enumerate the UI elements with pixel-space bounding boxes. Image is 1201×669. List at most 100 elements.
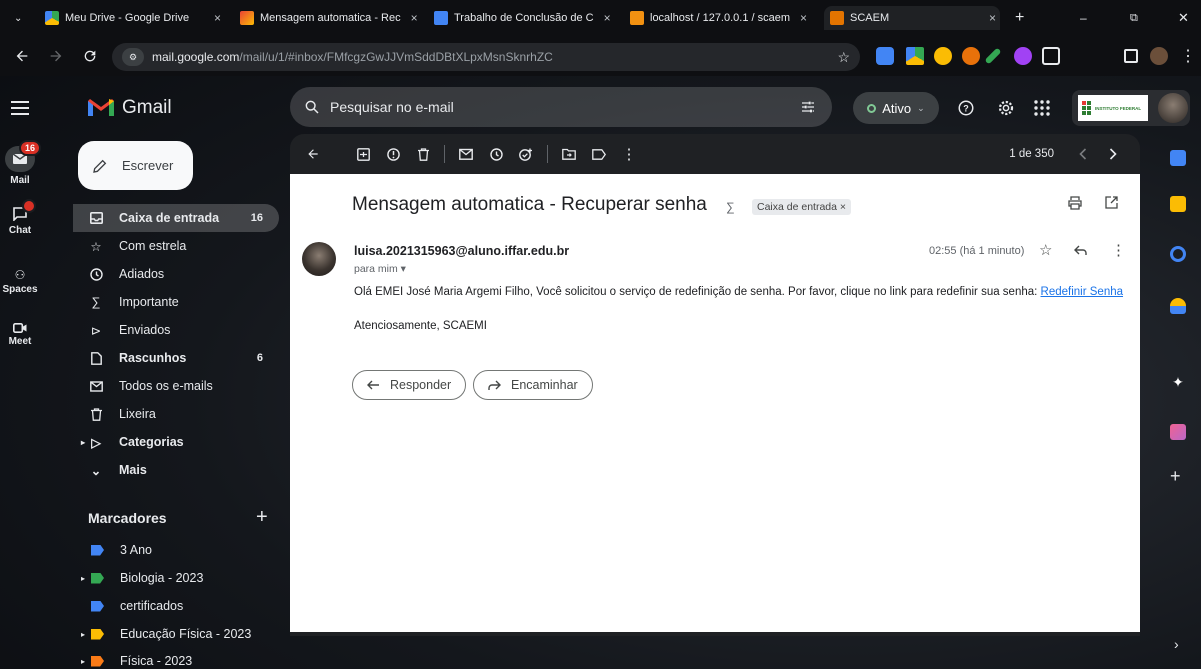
snooze-icon[interactable] xyxy=(481,134,511,174)
expand-arrow-icon[interactable]: ▸ xyxy=(81,574,85,583)
label-item[interactable]: ▸ Educação Física - 2023 xyxy=(73,620,279,648)
label-icon[interactable] xyxy=(584,134,614,174)
translate-extension-icon[interactable] xyxy=(876,47,894,65)
reply-button[interactable]: Responder xyxy=(352,370,467,400)
star-icon[interactable]: ☆ xyxy=(1039,241,1052,259)
nav-sent[interactable]: ⊳ Enviados xyxy=(73,316,279,344)
browser-menu-icon[interactable]: ⋮ xyxy=(1180,46,1196,66)
nav-starred[interactable]: ☆ Com estrela xyxy=(73,232,279,260)
extension-icon[interactable] xyxy=(1014,47,1032,65)
forward-icon[interactable] xyxy=(46,46,66,66)
close-tab-icon[interactable]: × xyxy=(407,11,420,25)
address-bar[interactable]: ⚙ mail.google.com/mail/u/1/#inbox/FMfcgz… xyxy=(112,43,860,71)
open-in-new-window-icon[interactable] xyxy=(1105,196,1118,209)
add-label-button[interactable]: + xyxy=(256,506,268,529)
extension-icon[interactable] xyxy=(934,47,952,65)
status-dropdown[interactable]: Ativo ⌄ xyxy=(853,92,939,124)
search-input[interactable]: Pesquisar no e-mail xyxy=(330,99,454,115)
extensions-puzzle-icon[interactable] xyxy=(1042,47,1060,65)
calendar-icon[interactable] xyxy=(1170,150,1186,166)
label-item[interactable]: 3 Ano xyxy=(73,536,279,564)
nav-inbox[interactable]: Caixa de entrada 16 xyxy=(73,204,279,232)
reload-icon[interactable] xyxy=(80,46,100,66)
expand-arrow-icon[interactable]: ▸ xyxy=(81,438,85,447)
search-options-icon[interactable] xyxy=(800,99,816,115)
close-tab-icon[interactable]: × xyxy=(600,11,614,25)
label-name: certificados xyxy=(120,599,184,613)
message-more-icon[interactable]: ⋮ xyxy=(1111,241,1126,259)
get-addons-icon[interactable]: + xyxy=(1170,466,1181,487)
rail-meet[interactable]: Meet xyxy=(0,323,40,347)
delete-icon[interactable] xyxy=(408,134,438,174)
rail-chat[interactable]: Chat xyxy=(0,199,40,236)
addon-icon[interactable]: ✦ xyxy=(1170,374,1186,390)
search-bar[interactable]: Pesquisar no e-mail xyxy=(290,87,832,127)
forward-button[interactable]: Encaminhar xyxy=(473,370,593,400)
profile-avatar[interactable] xyxy=(1150,47,1168,65)
drive-extension-icon[interactable] xyxy=(906,47,924,65)
contacts-icon[interactable] xyxy=(1170,298,1186,314)
tasks-icon[interactable] xyxy=(1170,246,1186,262)
tab-google-docs[interactable]: Trabalho de Conclusão de C × xyxy=(434,6,614,30)
expand-arrow-icon[interactable]: ▸ xyxy=(81,657,85,666)
back-to-inbox-icon[interactable] xyxy=(298,134,328,174)
tab-google-drive[interactable]: Meu Drive - Google Drive × xyxy=(45,6,225,30)
close-tab-icon[interactable]: × xyxy=(985,11,1000,25)
expand-side-panel-icon[interactable]: › xyxy=(1174,636,1179,652)
settings-gear-icon[interactable] xyxy=(995,97,1017,119)
side-panel-icon[interactable] xyxy=(1124,49,1138,63)
gmail-logo[interactable]: Gmail xyxy=(88,97,172,119)
add-to-tasks-icon[interactable] xyxy=(511,134,541,174)
site-settings-icon[interactable]: ⚙ xyxy=(122,48,144,66)
report-spam-icon[interactable] xyxy=(378,134,408,174)
keep-icon[interactable] xyxy=(1170,196,1186,212)
older-message-icon[interactable] xyxy=(1098,134,1128,174)
sender-avatar[interactable] xyxy=(302,242,336,276)
nav-important[interactable]: ∑ Importante xyxy=(73,288,279,316)
close-window-icon[interactable]: ✕ xyxy=(1178,6,1192,30)
tab-phpmyadmin[interactable]: localhost / 127.0.0.1 / scaem × xyxy=(630,6,810,30)
move-to-icon[interactable] xyxy=(554,134,584,174)
tab-search-menu[interactable]: ⌄ xyxy=(14,6,24,30)
label-item[interactable]: ▸ Física - 2023 xyxy=(73,647,279,669)
expand-arrow-icon[interactable]: ▸ xyxy=(81,630,85,639)
nav-all-mail[interactable]: Todos os e-mails xyxy=(73,372,279,400)
rail-spaces[interactable]: ⚇ Spaces xyxy=(0,268,40,295)
new-tab-button[interactable]: + xyxy=(1015,6,1029,30)
search-icon[interactable] xyxy=(304,99,320,115)
main-menu-icon[interactable] xyxy=(8,96,32,120)
nav-categories[interactable]: ▸ ▷ Categorias xyxy=(73,428,279,456)
compose-button[interactable]: Escrever xyxy=(78,141,193,190)
back-icon[interactable] xyxy=(12,46,32,66)
print-icon[interactable] xyxy=(1068,196,1082,210)
addon-icon[interactable] xyxy=(1170,424,1186,440)
help-icon[interactable]: ? xyxy=(955,97,977,119)
nav-trash[interactable]: Lixeira xyxy=(73,400,279,428)
label-item[interactable]: ▸ Biologia - 2023 xyxy=(73,564,279,592)
minimize-icon[interactable]: – xyxy=(1080,6,1094,30)
reply-icon[interactable] xyxy=(1074,245,1087,256)
reset-password-link[interactable]: Redefinir Senha xyxy=(1041,286,1123,298)
archive-icon[interactable] xyxy=(348,134,378,174)
tab-scaem-active[interactable]: SCAEM × xyxy=(824,6,1000,30)
tab-gmail-message[interactable]: Mensagem automatica - Rec × xyxy=(240,6,420,30)
important-marker-icon[interactable]: ∑ xyxy=(726,200,735,214)
nav-snoozed[interactable]: Adiados xyxy=(73,260,279,288)
restore-icon[interactable]: ⧉ xyxy=(1130,6,1144,30)
sender-address[interactable]: luisa.2021315963@aluno.iffar.edu.br xyxy=(354,244,569,258)
newer-message-icon[interactable] xyxy=(1068,134,1098,174)
close-tab-icon[interactable]: × xyxy=(210,11,225,25)
inbox-label-chip[interactable]: Caixa de entrada × xyxy=(752,199,852,215)
bookmark-star-icon[interactable]: ☆ xyxy=(837,49,850,66)
mark-unread-icon[interactable] xyxy=(451,134,481,174)
recipient-details-toggle[interactable]: para mim ▾ xyxy=(354,263,406,275)
label-item[interactable]: certificados xyxy=(73,592,279,620)
extension-icon[interactable] xyxy=(962,47,980,65)
nav-drafts[interactable]: Rascunhos 6 xyxy=(73,344,279,372)
rail-mail[interactable]: 16 Mail xyxy=(0,140,42,186)
apps-grid-icon[interactable] xyxy=(1031,97,1053,119)
close-tab-icon[interactable]: × xyxy=(796,11,810,25)
nav-more[interactable]: ⌄ Mais xyxy=(73,456,279,484)
account-button[interactable]: INSTITUTO FEDERAL xyxy=(1072,90,1190,126)
more-options-icon[interactable]: ⋮ xyxy=(614,134,644,174)
